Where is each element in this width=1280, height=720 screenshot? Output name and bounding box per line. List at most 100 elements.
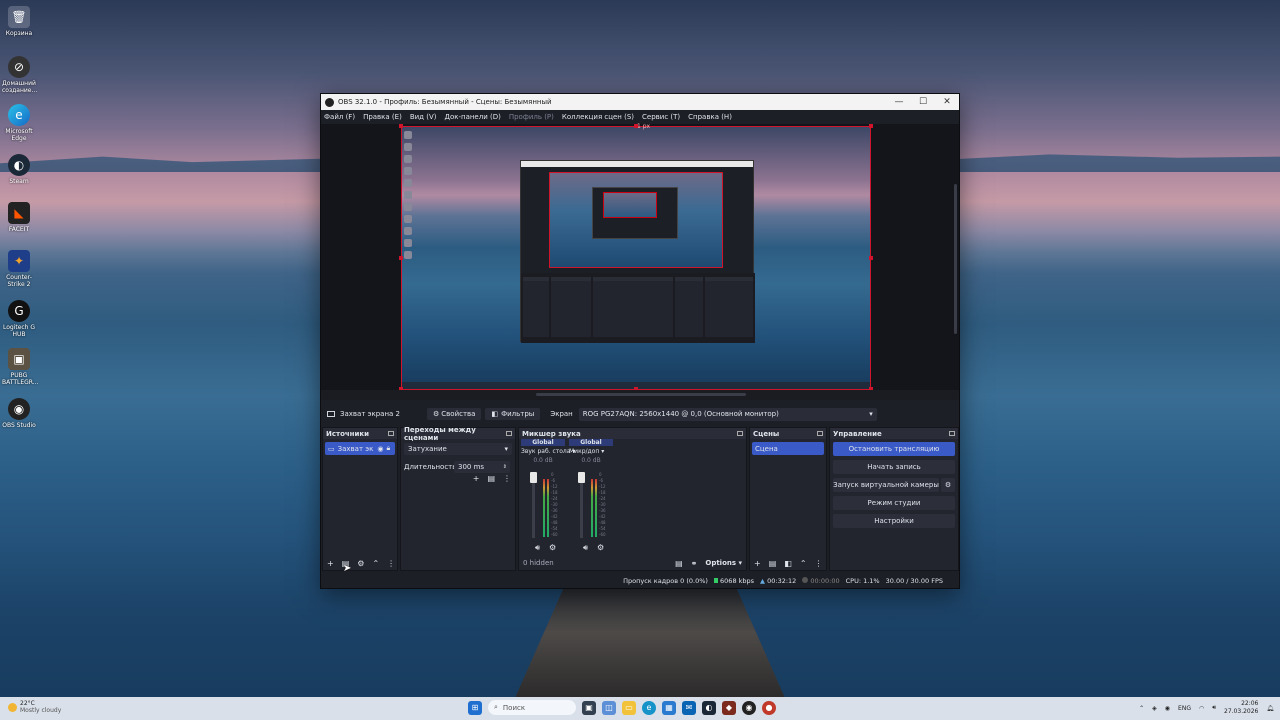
stop-stream-button[interactable]: Остановить трансляцию (833, 442, 955, 456)
menu-edit[interactable]: Правка (E) (363, 113, 402, 121)
store-icon[interactable]: ▦ (662, 700, 676, 715)
channel-name[interactable]: Микр/доп ▾ (569, 448, 613, 455)
preview-horizontal-scrollbar[interactable] (536, 393, 746, 396)
lock-icon[interactable]: 🔒︎ (386, 444, 390, 453)
file-explorer-icon[interactable]: ▭ (622, 700, 636, 715)
desktop-icon-label: FACEIT (8, 226, 30, 233)
properties-button[interactable]: ⚙ Свойства (427, 408, 482, 420)
tray-app-icon[interactable]: ◉ (1165, 705, 1170, 712)
desktop-icon-edge[interactable]: e Microsoft Edge (2, 104, 36, 142)
desktop-icon-network[interactable]: ⊘ Домашний создание... (2, 56, 37, 94)
resize-handle[interactable] (869, 124, 873, 128)
more-icon[interactable]: ⋮ (503, 474, 511, 483)
gear-icon[interactable]: ⚙ (357, 559, 364, 568)
gear-icon[interactable]: ⚙ (597, 543, 604, 552)
speaker-icon[interactable]: 🔊︎ (583, 543, 588, 553)
dock-float-icon[interactable] (737, 431, 743, 436)
windows-start-icon[interactable]: ⊞ (468, 700, 482, 715)
more-icon[interactable]: ⋮ (387, 559, 395, 568)
outlook-icon[interactable]: ✉ (682, 700, 696, 715)
preview-vertical-scrollbar[interactable] (954, 184, 957, 334)
shield-icon[interactable]: ◆ (722, 700, 736, 715)
menu-help[interactable]: Справка (H) (688, 113, 732, 121)
spin-arrows-icon[interactable]: ⇕ (503, 464, 507, 470)
filter-icon[interactable]: ◧ (784, 559, 792, 568)
close-button[interactable]: ✕ (935, 97, 959, 107)
language-indicator[interactable]: ENG (1178, 705, 1191, 712)
maximize-button[interactable]: ☐ (911, 97, 935, 107)
transition-select[interactable]: Затухание ▾ (404, 443, 512, 455)
volume-fader[interactable] (578, 472, 585, 538)
screen-select[interactable]: ROG PG27AQN: 2560x1440 @ 0,0 (Основной м… (578, 407, 877, 421)
desktop-icon-label: Counter-Strike 2 (6, 274, 32, 288)
dock-float-icon[interactable] (817, 431, 823, 436)
menu-scene-collection[interactable]: Коллекция сцен (S) (562, 113, 634, 121)
obs-icon[interactable]: ◉ (742, 700, 756, 715)
fader-knob[interactable] (530, 472, 537, 483)
desktop-icon-pubg[interactable]: ▣ PUBG BATTLEGR... (2, 348, 38, 386)
move-up-icon[interactable]: ⌃ (800, 559, 807, 568)
resize-handle[interactable] (399, 124, 403, 128)
scene-item[interactable]: Сцена (752, 442, 824, 455)
desktop-icon-obs[interactable]: ◉ OBS Studio (2, 398, 36, 429)
chevron-up-icon[interactable]: ⌃ (1139, 705, 1144, 712)
desktop-icon-logitech[interactable]: G Logitech G HUB (2, 300, 36, 338)
gear-icon[interactable]: ⚙ (941, 478, 955, 492)
options-button[interactable]: Options ▾ (705, 559, 742, 567)
desktop-icon-faceit[interactable]: ◣ FACEIT (2, 202, 36, 233)
desktop-icon-steam[interactable]: ◐ Steam (2, 154, 36, 185)
tray-app-icon[interactable]: ◈ (1152, 705, 1157, 712)
volume-fader[interactable] (530, 472, 537, 538)
more-icon[interactable]: ⋮ (815, 559, 823, 568)
source-item[interactable]: ▭ Захват эк ◉ 🔒︎ (325, 442, 395, 455)
dock-float-icon[interactable] (949, 431, 955, 436)
resize-handle[interactable] (634, 124, 638, 128)
duration-spinbox[interactable]: 300 ms ⇕ (454, 461, 510, 473)
dock-float-icon[interactable] (506, 431, 512, 436)
resize-handle[interactable] (869, 256, 873, 260)
edge-icon[interactable]: e (642, 700, 656, 715)
eye-icon[interactable]: ◉ (377, 445, 383, 453)
virtual-camera-button[interactable]: Запуск виртуальной камеры (833, 478, 939, 492)
studio-mode-button[interactable]: Режим студии (833, 496, 955, 510)
preview-canvas[interactable] (401, 126, 871, 390)
steam-icon[interactable]: ◐ (702, 700, 716, 715)
task-view-icon[interactable]: ▣ (582, 700, 596, 715)
transitions-title: Переходы между сценами (404, 425, 476, 442)
menu-profile[interactable]: Профиль (P) (509, 113, 554, 121)
volume-icon[interactable]: 🔊︎ (1212, 704, 1216, 712)
dock-float-icon[interactable] (388, 431, 394, 436)
start-record-button[interactable]: Начать запись (833, 460, 955, 474)
clock[interactable]: 22:06 27.03.2026 (1224, 700, 1258, 716)
preview-area[interactable]: 1 px (321, 123, 959, 391)
menu-docks[interactable]: Док-панели (D) (444, 113, 500, 121)
desktop-icon-recycle-bin[interactable]: 🗑 Корзина (2, 6, 36, 37)
link-icon[interactable]: ⚭ (691, 559, 698, 568)
menu-view[interactable]: Вид (V) (410, 113, 437, 121)
title-bar[interactable]: OBS 32.1.0 - Профиль: Безымянный - Сцены… (321, 94, 959, 110)
add-icon[interactable]: + (754, 559, 761, 568)
taskbar-search[interactable]: ⌕ Поиск (488, 700, 576, 715)
desktop-icon-cs2[interactable]: ✦ Counter-Strike 2 (2, 250, 36, 288)
widgets-icon[interactable]: ◫ (602, 700, 616, 715)
add-icon[interactable]: + (473, 474, 480, 483)
fader-knob[interactable] (578, 472, 585, 483)
remove-icon[interactable]: ▤ (487, 474, 495, 483)
notification-bell-icon[interactable]: 🔔︎ (1266, 705, 1274, 712)
move-up-icon[interactable]: ⌃ (372, 559, 379, 568)
weather-widget[interactable]: 22°C Mostly cloudy (8, 700, 61, 714)
resize-handle[interactable] (399, 256, 403, 260)
minimize-button[interactable]: — (887, 97, 911, 107)
filters-button[interactable]: ◧ Фильтры (485, 408, 541, 420)
remove-icon[interactable]: ▤ (769, 559, 777, 568)
speaker-icon[interactable]: 🔊︎ (535, 543, 540, 553)
menu-tools[interactable]: Сервис (T) (642, 113, 680, 121)
channel-name[interactable]: Звук раб. стола ▾ (521, 448, 575, 455)
add-icon[interactable]: + (327, 559, 334, 568)
gear-icon[interactable]: ⚙ (549, 543, 556, 552)
settings-button[interactable]: Настройки (833, 514, 955, 528)
menu-file[interactable]: Файл (F) (324, 113, 355, 121)
layout-icon[interactable]: ▤ (675, 559, 683, 568)
recording-app-icon[interactable]: ● (762, 700, 776, 715)
wifi-icon[interactable]: ◠ (1199, 705, 1204, 712)
